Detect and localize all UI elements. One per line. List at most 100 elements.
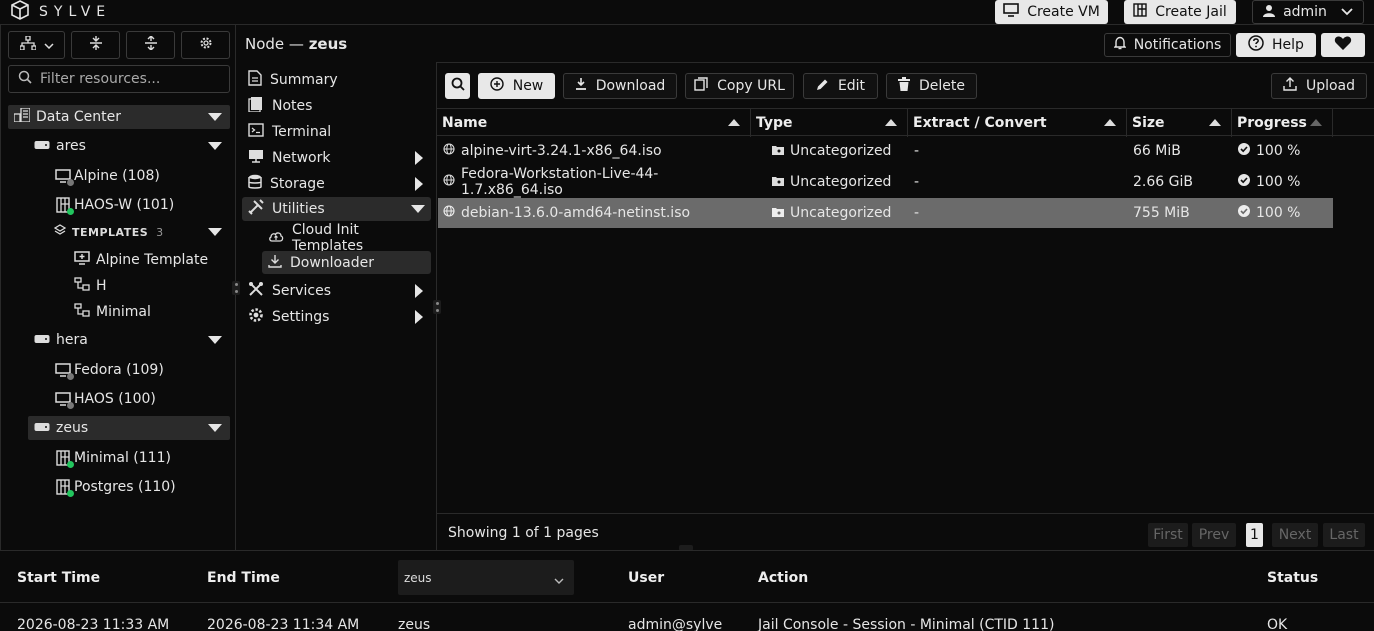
nav-storage[interactable]: Storage	[242, 172, 431, 195]
expand-tree-button[interactable]	[126, 31, 175, 59]
help-circle-icon	[1248, 35, 1264, 55]
create-vm-button[interactable]: Create VM	[995, 0, 1108, 24]
tree-item-zeus[interactable]: zeus	[28, 416, 230, 440]
help-button[interactable]: Help	[1236, 33, 1316, 57]
filter-resources-input[interactable]: Filter resources...	[8, 65, 230, 93]
tree-item-alpine-vm[interactable]: Alpine (108)	[54, 164, 230, 188]
audit-log-panel: Start Time End Time zeus User Action Sta…	[0, 550, 1374, 631]
create-jail-button[interactable]: Create Jail	[1124, 0, 1236, 24]
table-row-selected[interactable]: debian-13.6.0-amd64-netinst.iso Uncatego…	[438, 198, 1333, 228]
folder-icon	[772, 174, 784, 190]
column-header-size[interactable]: Size	[1127, 109, 1232, 137]
column-header-name[interactable]: Name	[437, 109, 751, 137]
brand[interactable]: SYLVE	[10, 0, 111, 24]
page-1-button[interactable]: 1	[1246, 523, 1263, 547]
search-icon	[18, 70, 32, 88]
column-header-start-time[interactable]: Start Time	[17, 570, 100, 586]
tree-item-alpine-template[interactable]: Alpine Template	[74, 248, 230, 272]
tree-item-postgres-jail[interactable]: Postgres (110)	[54, 475, 230, 499]
nav-settings[interactable]: Settings	[242, 305, 431, 328]
download-icon	[575, 78, 587, 94]
sort-asc-icon	[1209, 119, 1221, 126]
next-page-button[interactable]: Next	[1272, 523, 1318, 547]
trash-icon	[898, 77, 910, 95]
node-nav-panel: Summary Notes Terminal Network Storage U…	[236, 62, 437, 550]
audit-user: admin@sylve	[628, 617, 723, 631]
column-header-progress[interactable]: Progress	[1232, 109, 1333, 137]
table-row[interactable]: Fedora-Workstation-Live-44-1.7.x86_64.is…	[438, 166, 1333, 198]
caret-right-icon	[415, 177, 423, 191]
copy-url-button[interactable]: Copy URL	[685, 73, 794, 99]
column-header-end-time[interactable]: End Time	[207, 570, 280, 586]
pagination-summary: Showing 1 of 1 pages	[448, 525, 599, 541]
node-filter-select[interactable]: zeus	[398, 560, 574, 595]
gear-icon	[248, 307, 264, 327]
column-header-status[interactable]: Status	[1267, 570, 1318, 586]
notes-icon	[248, 96, 264, 116]
cube-logo-icon	[10, 0, 30, 24]
folder-icon	[772, 143, 784, 159]
donate-button[interactable]	[1321, 33, 1365, 57]
tree-item-hera[interactable]: hera	[28, 328, 230, 352]
tree-item-minimal-jail[interactable]: Minimal (111)	[54, 446, 230, 470]
nav-downloader[interactable]: Downloader	[262, 251, 431, 274]
chevron-down-icon	[43, 37, 54, 53]
prev-page-button[interactable]: Prev	[1192, 523, 1236, 547]
edit-button[interactable]: Edit	[803, 73, 878, 99]
column-header-user[interactable]: User	[628, 570, 664, 586]
first-page-button[interactable]: First	[1148, 523, 1188, 547]
datacenter-icon	[13, 107, 31, 126]
database-icon	[248, 174, 262, 194]
jail-icon	[54, 478, 74, 497]
tree-item-ares[interactable]: ares	[28, 134, 230, 158]
new-button[interactable]: New	[478, 73, 555, 99]
caret-down-icon[interactable]	[208, 336, 222, 344]
last-page-button[interactable]: Last	[1323, 523, 1365, 547]
template-jail-icon	[74, 303, 90, 321]
caret-down-icon[interactable]	[208, 228, 222, 236]
download-button[interactable]: Download	[563, 73, 677, 99]
nav-terminal[interactable]: Terminal	[242, 120, 431, 143]
nav-notes[interactable]: Notes	[242, 94, 431, 117]
table-row[interactable]: alpine-virt-3.24.1-x86_64.iso Uncategori…	[438, 136, 1333, 166]
tree-item-haos-w-jail[interactable]: HAOS-W (101)	[54, 193, 230, 217]
notifications-button[interactable]: Notifications	[1104, 33, 1231, 57]
nav-summary[interactable]: Summary	[242, 68, 431, 91]
status-dot	[67, 402, 74, 409]
tree-settings-button[interactable]	[181, 31, 230, 59]
search-button[interactable]	[445, 73, 470, 99]
caret-down-icon[interactable]	[208, 113, 222, 121]
status-dot	[67, 461, 74, 468]
tree-item-minimal-template[interactable]: Minimal	[74, 300, 230, 324]
tree-item-haos-vm[interactable]: HAOS (100)	[54, 387, 230, 411]
column-header-action[interactable]: Action	[758, 570, 808, 586]
tree-item-h-template[interactable]: H	[74, 274, 230, 298]
status-dot	[67, 490, 74, 497]
nav-cloud-init-templates[interactable]: Cloud Init Templates	[262, 222, 431, 254]
status-dot	[67, 373, 74, 380]
collapse-tree-button[interactable]	[71, 31, 120, 59]
tree-view-dropdown[interactable]	[8, 31, 65, 59]
upload-button[interactable]: Upload	[1271, 73, 1367, 99]
nav-network[interactable]: Network	[242, 146, 431, 169]
sort-asc-icon	[728, 119, 740, 126]
tree-item-fedora-vm[interactable]: Fedora (109)	[54, 358, 230, 382]
audit-node: zeus	[398, 617, 431, 631]
tree-item-templates[interactable]: TEMPLATES 3	[53, 220, 230, 244]
column-header-extract[interactable]: Extract / Convert	[908, 109, 1127, 137]
user-menu-button[interactable]: admin	[1252, 0, 1364, 24]
caret-down-icon[interactable]	[208, 142, 222, 150]
caret-right-icon	[415, 284, 423, 298]
gear-icon	[199, 36, 213, 54]
nav-utilities[interactable]: Utilities	[242, 197, 431, 221]
column-header-type[interactable]: Type	[751, 109, 908, 137]
services-icon	[248, 281, 264, 301]
tree-item-datacenter[interactable]: Data Center	[8, 105, 230, 129]
caret-down-icon[interactable]	[208, 424, 222, 432]
filter-placeholder: Filter resources...	[40, 71, 161, 87]
file-icon	[248, 69, 262, 90]
pagination-bar: Showing 1 of 1 pages First Prev 1 Next L…	[437, 513, 1374, 551]
nav-services[interactable]: Services	[242, 279, 431, 302]
delete-button[interactable]: Delete	[886, 73, 977, 99]
jail-icon	[54, 196, 74, 215]
